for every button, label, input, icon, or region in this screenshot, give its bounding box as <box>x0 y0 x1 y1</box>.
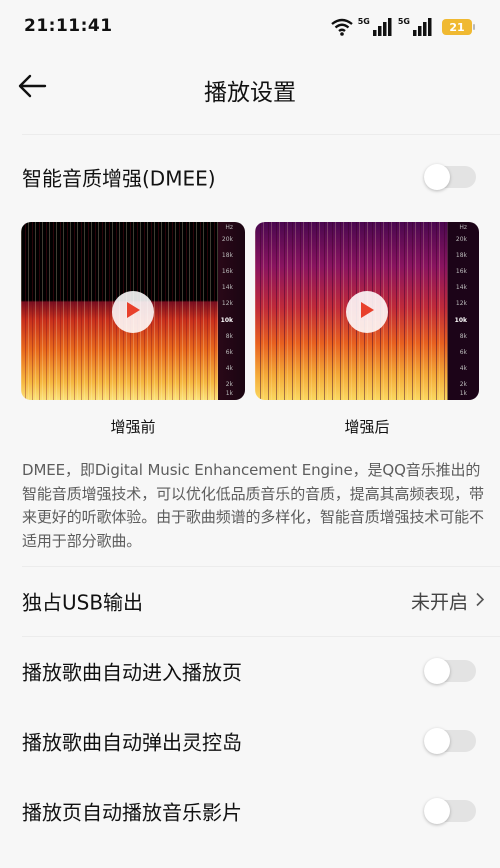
battery-icon: 21 <box>442 19 475 35</box>
freq-tick: 8k <box>459 333 467 340</box>
chevron-right-icon <box>476 592 485 611</box>
freq-tick: 10k <box>454 317 467 324</box>
toggle-knob <box>424 164 450 190</box>
toggle-knob <box>424 798 450 824</box>
toggle-knob <box>424 728 450 754</box>
network-type-label: 5G <box>397 16 410 26</box>
frequency-axis: Hz 20k 18k 16k 14k 12k 10k 8k 6k 4k 2k 1… <box>219 222 245 400</box>
before-caption: 增强前 <box>110 418 156 436</box>
auto-play-video-label: 播放页自动播放音乐影片 <box>22 800 242 825</box>
freq-axis-unit: Hz <box>459 224 467 231</box>
play-button[interactable] <box>112 291 154 333</box>
freq-tick: 10k <box>220 317 233 324</box>
usb-output-label: 独占USB输出 <box>22 590 144 615</box>
freq-tick: 2k <box>459 381 467 388</box>
toggle-knob <box>424 658 450 684</box>
status-time: 21:11:41 <box>24 16 113 36</box>
network-type-label: 5G <box>357 16 370 26</box>
freq-tick: 12k <box>455 300 467 307</box>
spectrogram-after-card[interactable]: Hz 20k 18k 16k 14k 12k 10k 8k 6k 4k 2k 1… <box>255 222 479 400</box>
auto-popup-island-toggle[interactable] <box>424 728 476 754</box>
spectrogram-before-card[interactable]: Hz 20k 18k 16k 14k 12k 10k 8k 6k 4k 2k 1… <box>21 222 245 400</box>
play-button[interactable] <box>346 291 388 333</box>
freq-tick: 8k <box>225 333 233 340</box>
freq-tick: 16k <box>455 268 467 275</box>
freq-tick: 18k <box>221 252 233 259</box>
freq-tick: 14k <box>455 284 467 291</box>
usb-output-value: 未开启 <box>410 591 468 614</box>
title-bar: 播放设置 <box>0 56 500 120</box>
auto-popup-island-row: 播放歌曲自动弹出灵控岛 <box>0 707 500 775</box>
dmee-label: 智能音质增强(DMEE) <box>22 166 216 191</box>
auto-enter-player-toggle[interactable] <box>424 658 476 684</box>
frequency-axis: Hz 20k 18k 16k 14k 12k 10k 8k 6k 4k 2k 1… <box>453 222 479 400</box>
auto-enter-player-row: 播放歌曲自动进入播放页 <box>0 637 500 705</box>
freq-tick: 12k <box>221 300 233 307</box>
dmee-description: DMEE，即Digital Music Enhancement Engine，是… <box>22 461 484 550</box>
status-bar: 21:11:41 5G 5G 21 <box>0 0 500 56</box>
wifi-icon <box>330 18 353 36</box>
freq-tick: 4k <box>459 365 467 372</box>
freq-tick: 16k <box>221 268 233 275</box>
signal-icon <box>372 18 393 36</box>
dmee-row: 智能音质增强(DMEE) <box>0 143 500 211</box>
freq-tick: 6k <box>225 349 233 356</box>
auto-enter-player-label: 播放歌曲自动进入播放页 <box>22 660 242 685</box>
freq-tick: 1k <box>459 390 467 397</box>
after-caption: 增强后 <box>344 418 390 436</box>
page-title: 播放设置 <box>204 80 296 106</box>
dmee-toggle[interactable] <box>424 164 476 190</box>
signal-icon <box>413 18 433 36</box>
divider <box>22 134 500 135</box>
play-icon <box>125 301 141 323</box>
freq-tick: 2k <box>225 381 233 388</box>
auto-play-video-toggle[interactable] <box>424 798 476 824</box>
freq-tick: 1k <box>225 390 233 397</box>
freq-tick: 4k <box>225 365 233 372</box>
freq-axis-unit: Hz <box>225 224 233 231</box>
usb-output-row[interactable]: 独占USB输出 未开启 <box>0 567 500 635</box>
auto-popup-island-label: 播放歌曲自动弹出灵控岛 <box>22 730 242 755</box>
auto-play-video-row: 播放页自动播放音乐影片 <box>0 777 500 845</box>
freq-tick: 20k <box>221 236 233 243</box>
freq-tick: 14k <box>221 284 233 291</box>
freq-tick: 20k <box>455 236 467 243</box>
status-icons: 5G 5G 21 <box>330 14 475 40</box>
freq-tick: 18k <box>455 252 467 259</box>
freq-tick: 6k <box>459 349 467 356</box>
play-icon <box>359 301 375 323</box>
